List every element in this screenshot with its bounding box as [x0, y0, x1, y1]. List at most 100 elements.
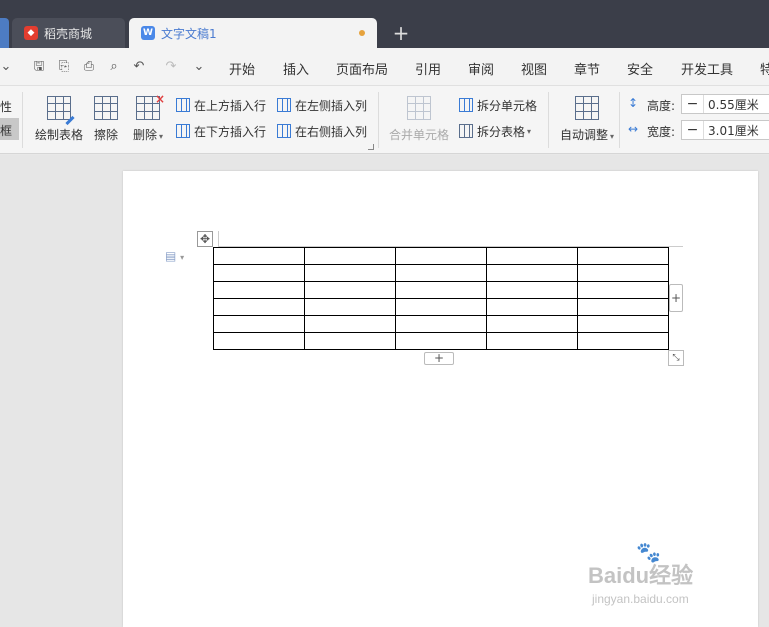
table-cell[interactable] [304, 298, 396, 316]
insert-column-left-label: 在左侧插入列 [295, 98, 368, 113]
new-tab-button[interactable]: + [390, 18, 412, 48]
table-cell[interactable] [304, 247, 396, 265]
previous-tab-stub[interactable] [0, 18, 9, 48]
merge-cells-button[interactable]: 合并单元格 [388, 92, 450, 148]
auto-fit-button[interactable]: 自动调整 ▾ [558, 92, 616, 148]
erase-button[interactable]: 擦除 [92, 92, 120, 148]
table-row [213, 332, 669, 350]
table-cell[interactable] [486, 315, 578, 333]
customize-quick-access-icon[interactable]: ⌄ [190, 58, 208, 76]
table-cell[interactable] [213, 315, 305, 333]
print-preview-icon[interactable]: ⌕ [105, 58, 123, 76]
table-cell[interactable] [304, 281, 396, 299]
draw-table-button[interactable]: 绘制表格 [34, 92, 84, 148]
table-cell[interactable] [213, 298, 305, 316]
table-cell[interactable] [486, 332, 578, 350]
table-move-handle-icon[interactable]: ✥ [197, 231, 213, 247]
menu-special[interactable]: 特 [760, 59, 769, 78]
ribbon-divider [22, 92, 23, 148]
undo-icon[interactable]: ↶ [130, 58, 148, 76]
insert-row-above-button[interactable]: 在上方插入行 [176, 96, 266, 114]
table-cell[interactable] [395, 264, 487, 282]
paragraph-layout-icon[interactable]: ▤ ▾ [165, 249, 184, 263]
split-cells-button[interactable]: 拆分单元格 [459, 96, 537, 114]
ribbon-stub-border-label: 框 [0, 124, 13, 138]
height-value-input[interactable]: 0.55厘米 [704, 96, 759, 113]
save-icon[interactable]: 🖫 [30, 58, 48, 76]
table-cell[interactable] [304, 315, 396, 333]
table-cell[interactable] [577, 281, 669, 299]
ribbon-divider [548, 92, 549, 148]
split-cells-label: 拆分单元格 [477, 98, 538, 113]
daoke-logo-icon: ◆ [24, 26, 38, 40]
table-cell[interactable] [577, 264, 669, 282]
menu-home[interactable]: 开始 [229, 59, 255, 78]
tab-document[interactable]: W 文字文稿1 [129, 18, 377, 48]
dialog-launcher-icon[interactable] [368, 144, 374, 150]
height-decrement-button[interactable]: − [682, 95, 704, 113]
menu-chapter[interactable]: 章节 [574, 59, 600, 78]
insert-column-left-button[interactable]: 在左侧插入列 [277, 96, 367, 114]
row-height-icon: ↕ [627, 96, 639, 110]
table-row [213, 281, 669, 299]
table-cell[interactable] [395, 315, 487, 333]
menu-view[interactable]: 视图 [521, 59, 547, 78]
height-stepper[interactable]: − 0.55厘米 [681, 94, 769, 114]
menu-page-layout[interactable]: 页面布局 [336, 59, 388, 78]
chevron-down-icon: ▾ [527, 126, 532, 136]
table-cell[interactable] [213, 332, 305, 350]
table-cell[interactable] [577, 332, 669, 350]
menu-references[interactable]: 引用 [415, 59, 441, 78]
eraser-icon [94, 96, 118, 120]
format-painter-icon[interactable]: ⎘ [55, 58, 73, 76]
menu-security[interactable]: 安全 [627, 59, 653, 78]
add-row-button[interactable]: + [424, 352, 454, 365]
redo-icon[interactable]: ↷ [162, 58, 180, 76]
tab-daoke-store[interactable]: ◆ 稻壳商城 [12, 18, 125, 48]
table-cell[interactable] [213, 281, 305, 299]
table-cell[interactable] [213, 247, 305, 265]
ribbon-stub-properties[interactable]: 性 [0, 98, 12, 115]
width-decrement-button[interactable]: − [682, 121, 704, 139]
table-cell[interactable] [577, 247, 669, 265]
ribbon-stub-border-active[interactable]: 框 [0, 118, 19, 140]
chevron-down-icon[interactable]: ⌄ [0, 58, 12, 76]
table-cell[interactable] [486, 281, 578, 299]
insert-row-above-label: 在上方插入行 [194, 98, 267, 113]
table-cell[interactable] [486, 298, 578, 316]
insert-column-right-button[interactable]: 在右侧插入列 [277, 122, 367, 140]
insert-column-right-icon [277, 124, 291, 138]
insert-row-below-button[interactable]: 在下方插入行 [176, 122, 266, 140]
table-resize-handle-icon[interactable]: ⤡ [668, 350, 684, 366]
insert-row-below-icon [176, 124, 190, 138]
add-column-button[interactable]: + [669, 284, 683, 312]
width-stepper[interactable]: − 3.01厘米 [681, 120, 769, 140]
width-value-input[interactable]: 3.01厘米 [704, 122, 759, 139]
split-table-button[interactable]: 拆分表格 ▾ [459, 122, 531, 140]
title-tab-bar: ◆ 稻壳商城 W 文字文稿1 + [0, 0, 769, 48]
column-width-icon: ↔ [627, 122, 639, 136]
table-cell[interactable] [395, 332, 487, 350]
print-icon[interactable]: ⎙ [80, 58, 98, 76]
delete-button[interactable]: × 删除 ▾ [130, 92, 166, 148]
insert-row-above-icon [176, 98, 190, 112]
watermark-url: jingyan.baidu.com [592, 592, 689, 606]
table-cell[interactable] [577, 315, 669, 333]
watermark-main: Baidu经验 [588, 563, 694, 588]
menu-developer-tools[interactable]: 开发工具 [681, 59, 733, 78]
table-cell[interactable] [486, 264, 578, 282]
table-cell[interactable] [486, 247, 578, 265]
wps-writer-icon: W [141, 26, 155, 40]
table-cell[interactable] [395, 298, 487, 316]
document-table[interactable] [213, 247, 669, 350]
table-cell[interactable] [395, 247, 487, 265]
table-cell[interactable] [304, 332, 396, 350]
menu-insert[interactable]: 插入 [283, 59, 309, 78]
table-cell[interactable] [304, 264, 396, 282]
menu-review[interactable]: 审阅 [468, 59, 494, 78]
draw-table-label: 绘制表格 [34, 128, 83, 142]
delete-label: 删除 ▾ [132, 128, 164, 142]
table-cell[interactable] [395, 281, 487, 299]
table-cell[interactable] [577, 298, 669, 316]
table-cell[interactable] [213, 264, 305, 282]
